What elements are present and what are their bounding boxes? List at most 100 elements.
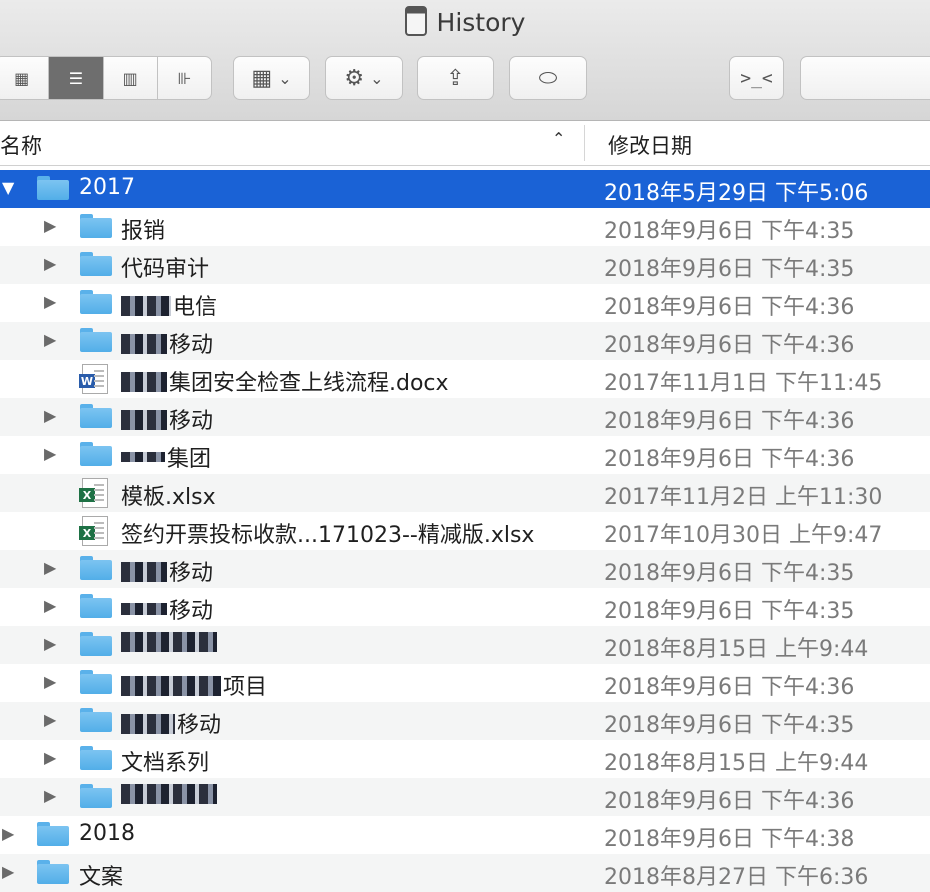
disclosure-collapsed-icon[interactable]: ▶ (44, 216, 56, 235)
list-item[interactable]: ▶ 文档系列 2018年8月15日 上午9:44 (0, 740, 930, 778)
folder-icon (80, 214, 112, 238)
word-document-icon: W (79, 364, 108, 394)
file-list: ▼ 2017 2018年5月29日 下午5:06 ▶ 报销 2018年9月6日 … (0, 170, 930, 892)
redacted-text (121, 676, 221, 696)
redacted-text (121, 603, 167, 615)
name-column-header[interactable]: 名称 (0, 130, 42, 160)
list-item[interactable]: ▶ 移动 2018年9月6日 下午4:36 (0, 398, 930, 436)
terminal-button[interactable]: >_< (729, 56, 784, 100)
disclosure-collapsed-icon[interactable]: ▶ (2, 824, 14, 843)
sort-ascending-icon[interactable]: ⌃ (552, 129, 565, 148)
disclosure-collapsed-icon[interactable]: ▶ (44, 558, 56, 577)
disclosure-collapsed-icon[interactable]: ▶ (44, 254, 56, 273)
share-button[interactable]: ⇪ (417, 56, 494, 100)
list-item[interactable]: ▶ 2018年8月15日 上午9:44 (0, 626, 930, 664)
item-name-redacted: 移动 (121, 555, 213, 587)
disclosure-collapsed-icon[interactable]: ▶ (44, 710, 56, 729)
item-name: 2018 (79, 821, 135, 846)
disclosure-collapsed-icon[interactable]: ▶ (44, 330, 56, 349)
folder-icon (37, 822, 69, 846)
item-date: 2018年9月6日 下午4:35 (604, 219, 855, 244)
disclosure-expanded-icon[interactable]: ▼ (2, 178, 14, 197)
list-item[interactable]: ▶ 项目 2018年9月6日 下午4:36 (0, 664, 930, 702)
item-name: 项目 (223, 675, 268, 700)
list-item[interactable]: ▶ 文案 2018年8月27日 下午6:36 (0, 854, 930, 892)
disclosure-collapsed-icon[interactable]: ▶ (44, 596, 56, 615)
disclosure-collapsed-icon[interactable]: ▶ (44, 634, 56, 653)
item-date: 2018年9月6日 下午4:36 (604, 333, 855, 358)
list-item[interactable]: ▶ 报销 2018年9月6日 下午4:35 (0, 208, 930, 246)
item-name-redacted: 项目 (121, 669, 267, 701)
item-date: 2018年8月27日 下午6:36 (604, 865, 869, 890)
search-field[interactable] (800, 56, 930, 100)
folder-icon (80, 784, 112, 808)
list-item[interactable]: ▶ 2018年9月6日 下午4:36 (0, 778, 930, 816)
item-date: 2018年9月6日 下午4:36 (604, 409, 855, 434)
folder-icon (37, 176, 69, 200)
list-item[interactable]: ▶ 移动 2018年9月6日 下午4:35 (0, 550, 930, 588)
list-item[interactable]: W 集团安全检查上线流程.docx 2017年11月1日 下午11:45 (0, 360, 930, 398)
item-date: 2018年9月6日 下午4:35 (604, 257, 855, 282)
list-item[interactable]: ▶ 电信 2018年9月6日 下午4:36 (0, 284, 930, 322)
excel-badge: X (79, 488, 95, 502)
item-name-redacted: 电信 (121, 289, 217, 321)
item-date: 2018年9月6日 下午4:36 (604, 675, 855, 700)
list-item[interactable]: ▼ 2017 2018年5月29日 下午5:06 (0, 170, 930, 208)
item-date: 2018年9月6日 下午4:35 (604, 561, 855, 586)
terminal-icon: >_< (740, 67, 773, 89)
folder-icon (80, 594, 112, 618)
list-item[interactable]: ▶ 移动 2018年9月6日 下午4:35 (0, 588, 930, 626)
item-name-redacted (121, 631, 219, 656)
item-name: 移动 (169, 599, 214, 624)
disclosure-collapsed-icon[interactable]: ▶ (44, 444, 56, 463)
folder-icon (80, 252, 112, 276)
folder-icon (80, 670, 112, 694)
word-badge: W (79, 374, 95, 388)
disclosure-collapsed-icon[interactable]: ▶ (44, 406, 56, 425)
date-column-header[interactable]: 修改日期 (608, 130, 692, 160)
redacted-text (121, 334, 167, 354)
tag-icon: ⬭ (538, 65, 558, 91)
action-button[interactable]: ⚙ ⌄ (325, 56, 403, 100)
column-view-button[interactable]: ▥ (104, 57, 158, 99)
share-icon: ⇪ (446, 65, 465, 91)
disclosure-collapsed-icon[interactable]: ▶ (44, 292, 56, 311)
list-item[interactable]: ▶ 移动 2018年9月6日 下午4:36 (0, 322, 930, 360)
item-date: 2018年9月6日 下午4:36 (604, 789, 855, 814)
folder-icon (80, 442, 112, 466)
icon-view-button[interactable]: ▦ (0, 57, 50, 99)
item-name-redacted: 移动 (121, 327, 213, 359)
item-name-redacted: 移动 (121, 707, 221, 739)
list-item[interactable]: X 签约开票投标收款...171023--精减版.xlsx 2017年10月30… (0, 512, 930, 550)
folder-icon (37, 860, 69, 884)
list-item[interactable]: ▶ 集团 2018年9月6日 下午4:36 (0, 436, 930, 474)
list-item[interactable]: X 模板.xlsx 2017年11月2日 上午11:30 (0, 474, 930, 512)
column-divider[interactable] (584, 125, 585, 161)
list-item[interactable]: ▶ 2018 2018年9月6日 下午4:38 (0, 816, 930, 854)
window-title-text: History (436, 8, 526, 37)
coverflow-view-button[interactable]: ⊪ (158, 57, 211, 99)
item-name: 文档系列 (121, 751, 210, 776)
item-date: 2017年11月1日 下午11:45 (604, 371, 883, 396)
disclosure-collapsed-icon[interactable]: ▶ (44, 748, 56, 767)
item-date: 2018年8月15日 上午9:44 (604, 637, 869, 662)
item-name: 移动 (177, 713, 222, 738)
disclosure-collapsed-icon[interactable]: ▶ (2, 862, 14, 881)
item-name: 集团安全检查上线流程.docx (169, 371, 449, 396)
columns-icon: ▥ (122, 68, 138, 88)
item-name-redacted: 移动 (121, 403, 213, 435)
view-mode-segmented-control[interactable]: ▦ ☰ ▥ ⊪ (0, 56, 212, 100)
list-item[interactable]: ▶ 移动 2018年9月6日 下午4:35 (0, 702, 930, 740)
folder-proxy-icon[interactable] (404, 6, 427, 36)
list-view-button[interactable]: ☰ (49, 57, 104, 99)
disclosure-collapsed-icon[interactable]: ▶ (44, 672, 56, 691)
redacted-text (121, 632, 217, 652)
item-name: 电信 (173, 295, 218, 320)
gear-icon: ⚙ (344, 65, 365, 91)
disclosure-collapsed-icon[interactable]: ▶ (44, 786, 56, 805)
item-name: 2017 (79, 175, 135, 200)
arrange-button[interactable]: ▦ ⌄ (233, 56, 310, 100)
list-item[interactable]: ▶ 代码审计 2018年9月6日 下午4:35 (0, 246, 930, 284)
folder-icon (80, 708, 112, 732)
tag-button[interactable]: ⬭ (509, 56, 587, 100)
